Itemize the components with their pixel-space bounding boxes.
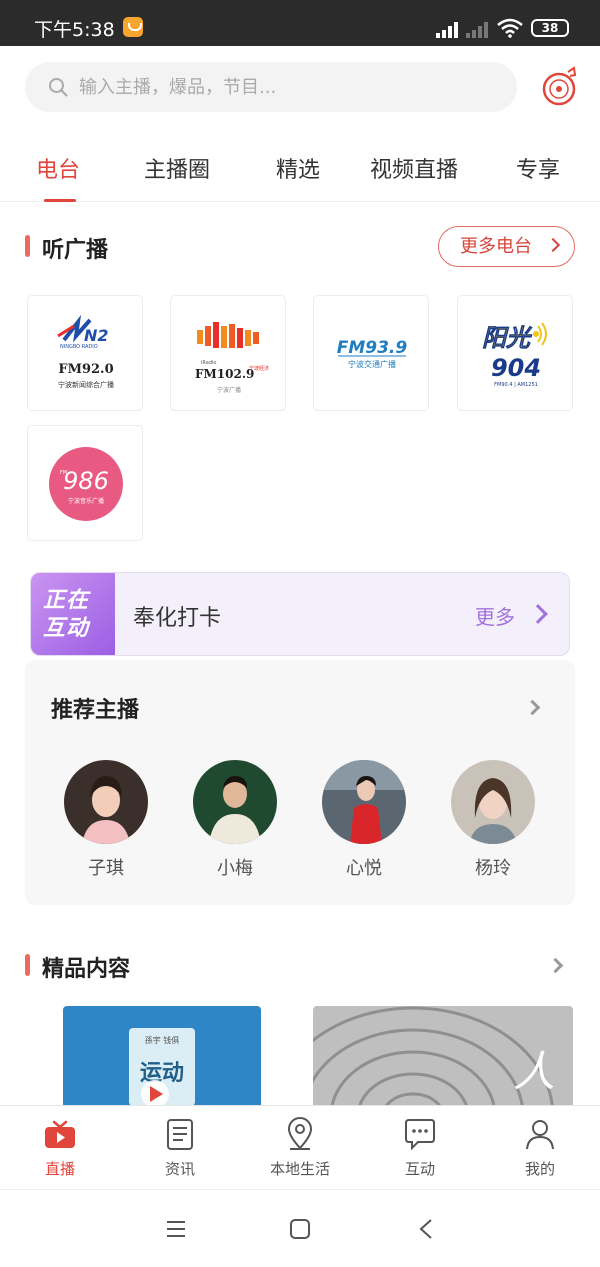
- station-logo-text: N2: [84, 326, 109, 345]
- station-logo-sub: 宁波经济: [249, 365, 269, 372]
- chevron-right-icon[interactable]: [524, 699, 541, 716]
- station-logo: iRadio FM102.9 宁波经济 宁波广播: [195, 322, 269, 394]
- section-accent-bar: [25, 235, 30, 257]
- tab-featured[interactable]: 精选: [276, 152, 320, 184]
- station-freq: FM102.9: [195, 367, 254, 381]
- featured-item-image: 人: [313, 1006, 573, 1106]
- avatar: [193, 760, 277, 844]
- avatar: [451, 760, 535, 844]
- badge-line-2: 互动: [43, 616, 90, 641]
- station-logo: 阳光 904 FM90.4 | AM1251: [482, 322, 547, 388]
- host-name: 子琪: [88, 858, 124, 879]
- station-name: 宁波广播: [217, 386, 241, 394]
- nav-item-local-life[interactable]: 本地生活: [250, 1116, 350, 1179]
- tab-video-live[interactable]: 视频直播: [370, 152, 458, 184]
- nav-label: 本地生活: [269, 1160, 330, 1178]
- station-freq: 986: [63, 467, 109, 495]
- signal-icon: [436, 20, 458, 38]
- nav-label: 我的: [524, 1160, 555, 1178]
- featured-item-image: 孫宇 钱俱 运动: [63, 1006, 261, 1106]
- location-icon: [287, 1117, 313, 1150]
- station-logo-text: iRadio: [201, 360, 216, 366]
- nav-item-profile[interactable]: 我的: [490, 1116, 590, 1179]
- back-icon[interactable]: [418, 1218, 434, 1240]
- station-name: 宁波新闻综合广播: [58, 380, 114, 389]
- active-tab-indicator: [44, 199, 76, 202]
- station-logo-sub: FM90.4 | AM1251: [494, 382, 538, 388]
- station-name: 阳光: [482, 324, 533, 352]
- host-item[interactable]: 心悦: [319, 760, 409, 880]
- station-freq: FM93.9: [337, 338, 408, 358]
- chevron-right-icon: [528, 604, 548, 624]
- host-name: 小梅: [217, 858, 253, 879]
- live-interaction-badge: 正在 互动: [31, 573, 115, 655]
- home-icon[interactable]: [289, 1218, 311, 1240]
- host-item[interactable]: 杨玲: [448, 760, 538, 880]
- avatar: [322, 760, 406, 844]
- host-item[interactable]: 子琪: [61, 760, 151, 880]
- nav-label: 直播: [44, 1160, 75, 1178]
- app-notification-icon: [123, 17, 143, 37]
- featured-item-thumbnail[interactable]: 孫宇 钱俱 运动: [63, 1006, 261, 1106]
- banner-title: 奉化打卡: [133, 606, 222, 631]
- station-tile[interactable]: N2 NINGBO RADIO FM92.0 宁波新闻综合广播: [27, 295, 143, 411]
- live-interaction-banner[interactable]: 正在 互动 奉化打卡 更多: [30, 572, 570, 656]
- category-tabs: 电台 主播圈 精选 视频直播 专享: [0, 140, 600, 202]
- more-stations-button[interactable]: 更多电台: [438, 226, 575, 267]
- status-time: 下午5:38: [34, 19, 115, 41]
- tab-host-circle[interactable]: 主播圈: [144, 152, 210, 184]
- featured-image-text: 人: [513, 1047, 555, 1096]
- station-logo: N2 NINGBO RADIO FM92.0 宁波新闻综合广播: [57, 314, 114, 389]
- banner-more-link[interactable]: 更多: [475, 601, 515, 630]
- station-logo-sub: NINGBO RADIO: [60, 344, 98, 350]
- status-bar: 下午5:38 38: [0, 0, 600, 46]
- nav-item-news[interactable]: 资讯: [130, 1116, 230, 1179]
- nav-label: 互动: [404, 1160, 435, 1178]
- radio-section-title: 听广播: [42, 238, 109, 263]
- nav-item-interact[interactable]: 互动: [370, 1116, 470, 1179]
- search-input[interactable]: [79, 62, 499, 112]
- section-accent-bar: [25, 954, 30, 976]
- chevron-right-icon[interactable]: [547, 957, 564, 974]
- avatar: [64, 760, 148, 844]
- signal-secondary-icon: [466, 20, 488, 38]
- tab-radio[interactable]: 电台: [36, 152, 80, 184]
- more-stations-label: 更多电台: [460, 236, 532, 257]
- nav-label: 资讯: [164, 1160, 195, 1178]
- badge-line-1: 正在: [43, 588, 90, 613]
- search-bar[interactable]: [25, 62, 517, 112]
- station-name: 宁波音乐广播: [68, 497, 104, 505]
- station-tile[interactable]: iRadio FM102.9 宁波经济 宁波广播: [170, 295, 286, 411]
- station-tile[interactable]: FM 986 宁波音乐广播: [27, 425, 143, 541]
- featured-item-thumbnail[interactable]: 人: [313, 1006, 573, 1106]
- host-name: 心悦: [346, 858, 382, 879]
- vinyl-record-icon[interactable]: [540, 66, 580, 108]
- chat-icon: [405, 1119, 435, 1151]
- search-icon: [49, 78, 68, 97]
- tab-exclusive[interactable]: 专享: [516, 152, 560, 184]
- featured-image-small-text: 孫宇 钱俱: [145, 1035, 180, 1045]
- system-navigation-bar: [0, 1189, 600, 1267]
- station-logo: FM 986 宁波音乐广播: [49, 447, 123, 521]
- station-freq: FM92.0: [58, 362, 113, 377]
- bottom-navigation: 直播 资讯 本地生活 互动 我的: [0, 1105, 600, 1189]
- station-freq: 904: [491, 354, 541, 382]
- station-tile[interactable]: FM93.9 宁波交通广播: [313, 295, 429, 411]
- recommended-hosts-card: 推荐主播 子琪 小梅 心悦 杨玲: [25, 660, 575, 905]
- profile-icon: [526, 1120, 554, 1150]
- menu-icon[interactable]: [166, 1220, 186, 1238]
- nav-item-live[interactable]: 直播: [10, 1116, 110, 1179]
- host-item[interactable]: 小梅: [190, 760, 280, 880]
- featured-section-title: 精品内容: [42, 957, 131, 982]
- chevron-right-icon: [545, 237, 561, 253]
- station-logo: FM93.9 宁波交通广播: [337, 338, 408, 369]
- tv-icon: [45, 1120, 75, 1148]
- station-name: 宁波交通广播: [348, 359, 396, 369]
- recommended-hosts-title: 推荐主播: [51, 698, 140, 723]
- news-icon: [167, 1119, 193, 1150]
- station-tile[interactable]: 阳光 904 FM90.4 | AM1251: [457, 295, 573, 411]
- wifi-icon: [497, 18, 523, 38]
- host-name: 杨玲: [475, 858, 511, 879]
- battery-icon: 38: [531, 19, 569, 37]
